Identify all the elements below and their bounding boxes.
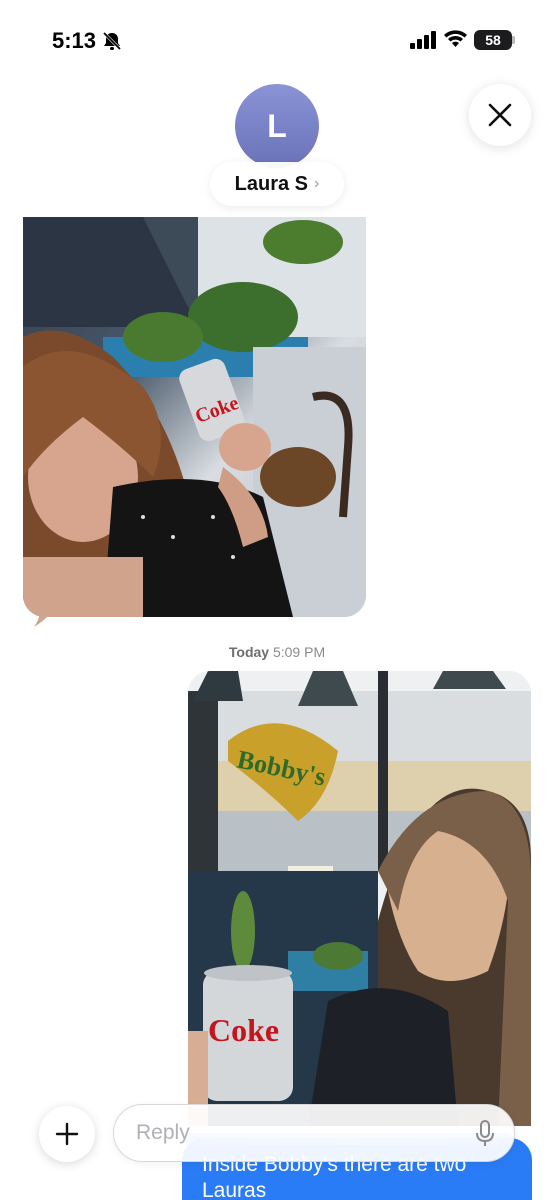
chevron-right-icon: › (314, 175, 320, 192)
bell-slash-icon (102, 31, 122, 51)
battery-tip (512, 36, 515, 44)
message-timestamp: Today 5:09 PM (0, 644, 554, 660)
wifi-icon (444, 30, 467, 47)
timestamp-time: 5:09 PM (272, 644, 326, 660)
outgoing-photo-message[interactable]: Bobby's Coke (188, 671, 531, 1126)
battery-icon: 58 (474, 30, 512, 50)
plus-icon (55, 1122, 79, 1146)
contact-name: Laura S (234, 172, 309, 195)
incoming-photo-message[interactable]: Coke (23, 217, 366, 617)
status-time: 5:13 (52, 28, 97, 53)
reply-input[interactable]: Reply (113, 1104, 515, 1162)
status-bar: 5:13 58 (0, 0, 554, 80)
photo-bobbys-selfie: Bobby's Coke (188, 671, 531, 1126)
reply-placeholder: Reply (136, 1121, 190, 1144)
can-label-2: Coke (208, 1012, 279, 1048)
incoming-bubble-tail (34, 605, 56, 627)
contact-name-button[interactable]: Laura S › (210, 162, 344, 206)
close-button[interactable] (469, 84, 531, 146)
timestamp-day: Today (228, 644, 270, 660)
signal-icon (410, 31, 436, 49)
mic-icon[interactable] (474, 1119, 496, 1149)
message-thread-screen: 5:13 58 L Laura S › Coke Today 5:09 PM B… (0, 0, 554, 1200)
photo-selfie-cafe: Coke (23, 217, 366, 617)
plus-button[interactable] (39, 1106, 95, 1162)
contact-avatar[interactable]: L (235, 84, 319, 168)
close-icon (488, 103, 512, 127)
